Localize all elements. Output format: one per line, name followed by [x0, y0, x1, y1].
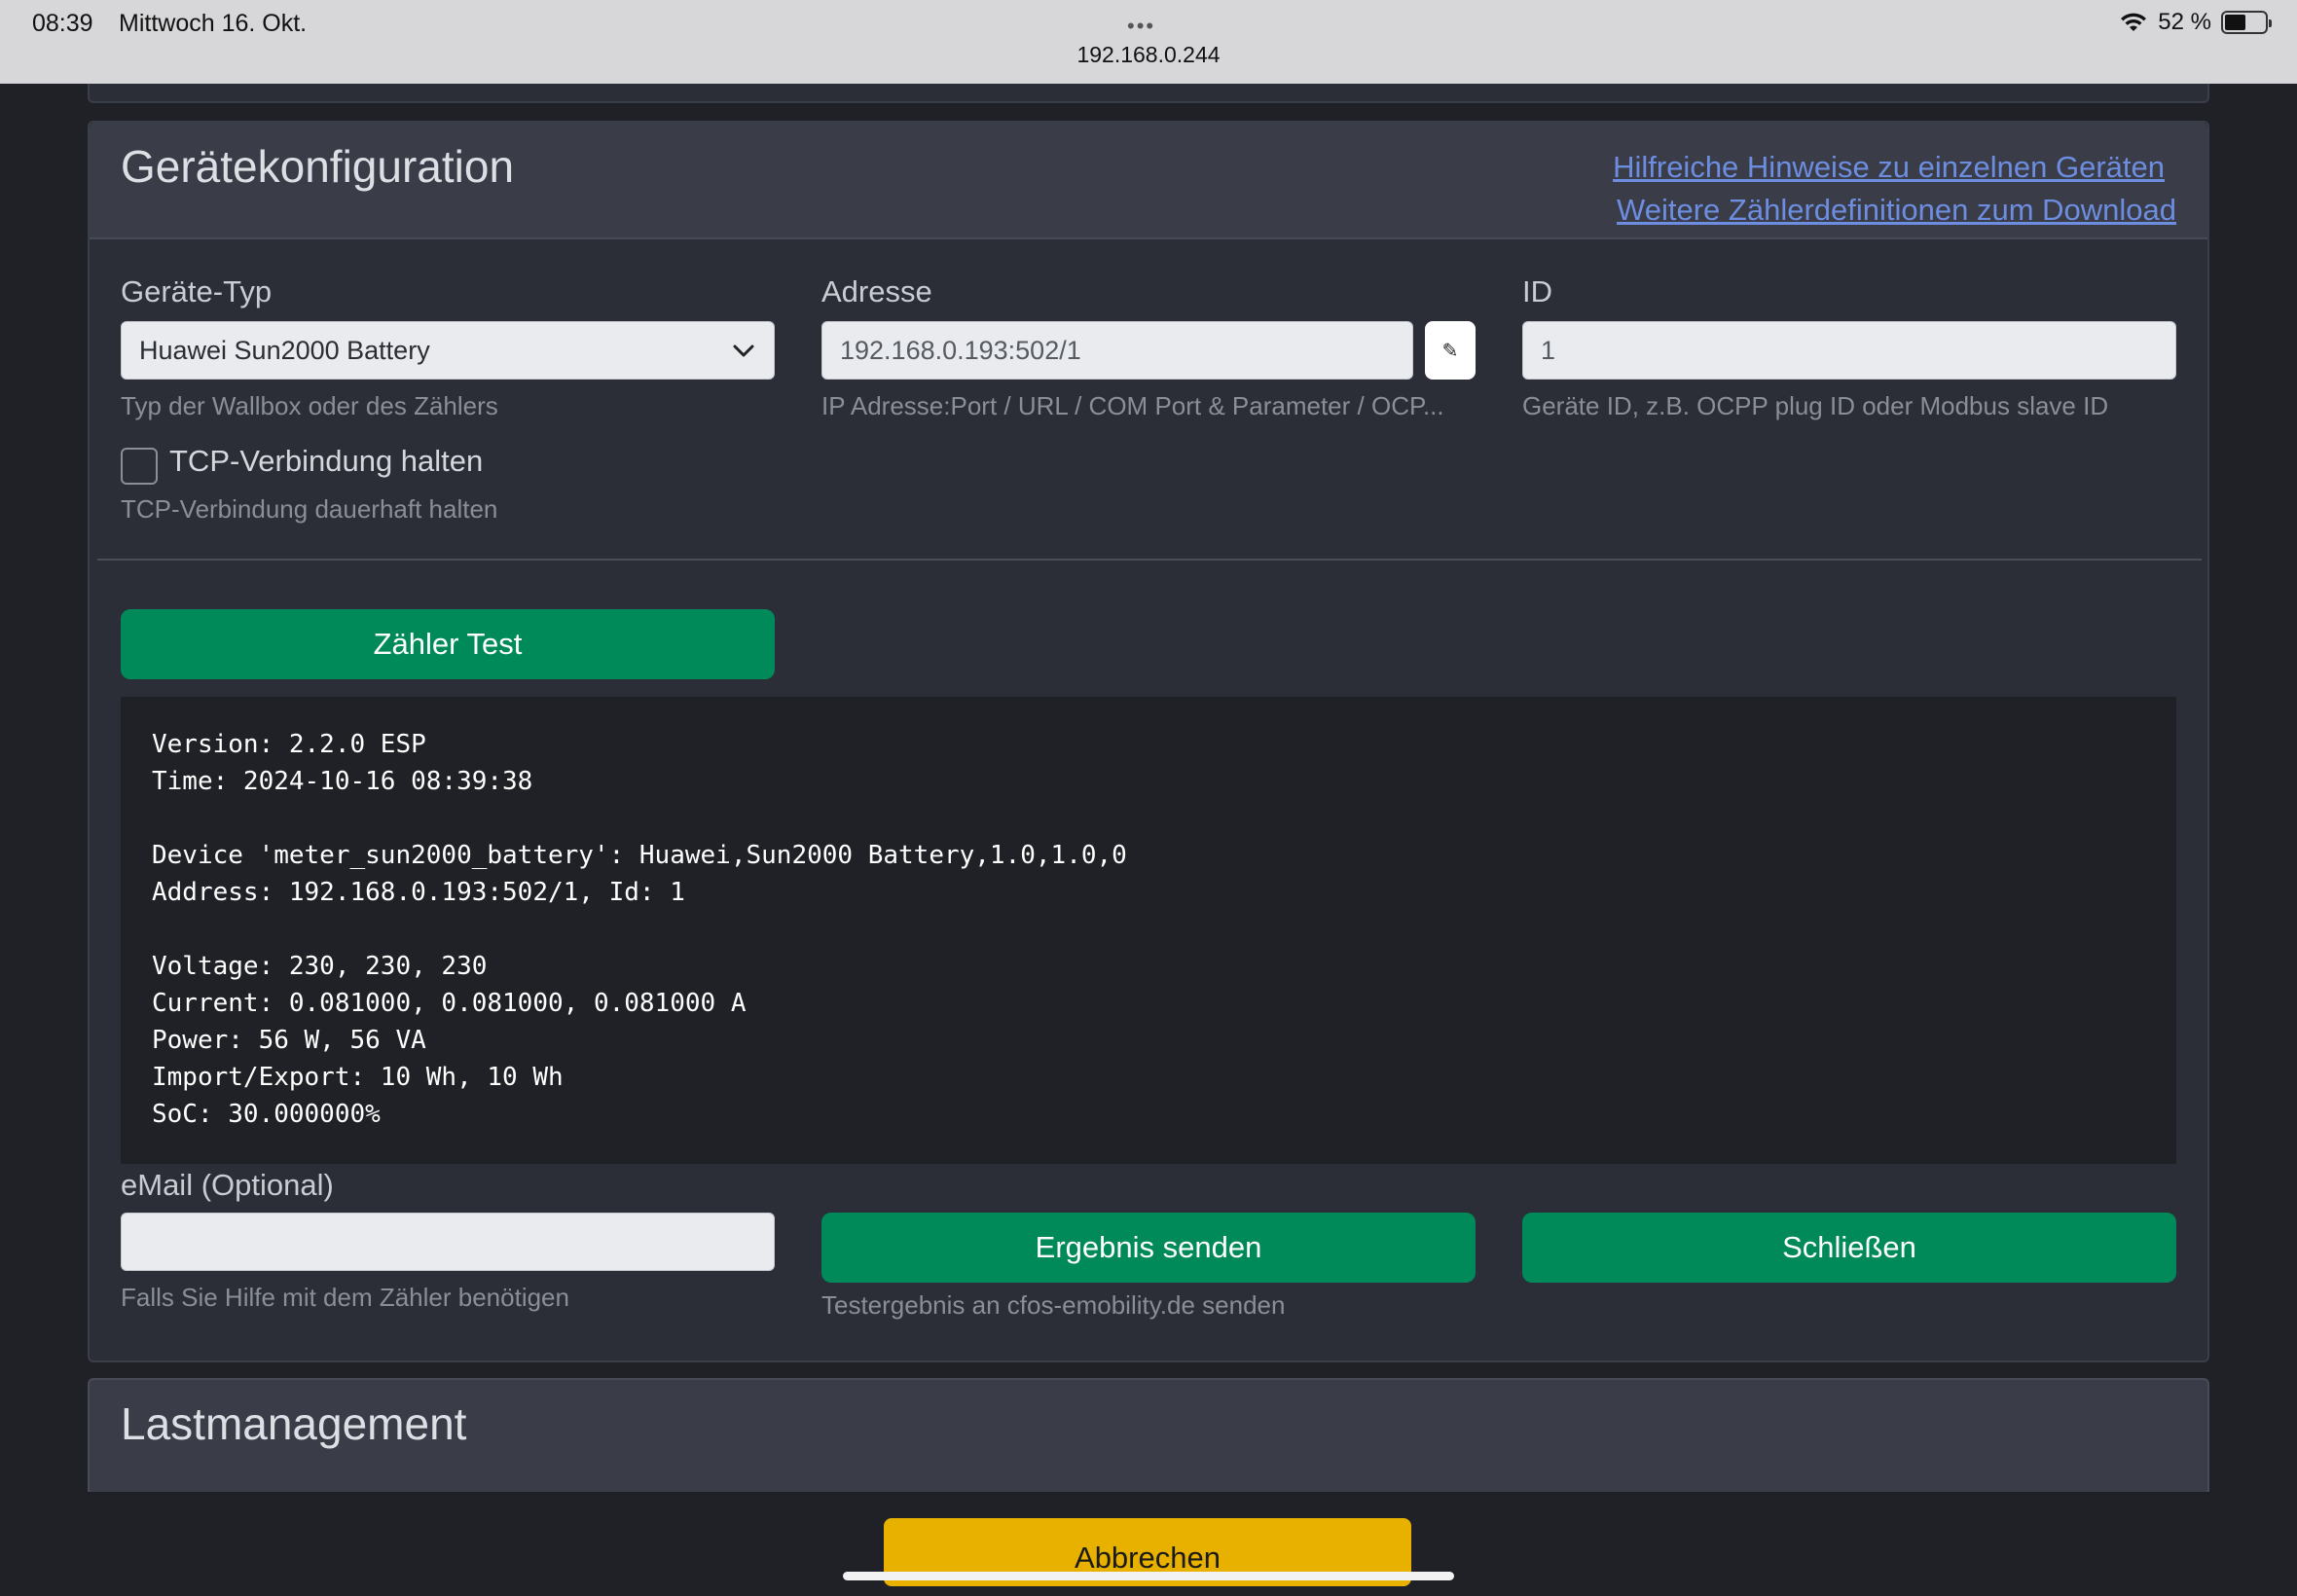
id-hint: Geräte ID, z.B. OCPP plug ID oder Modbus… — [1522, 391, 2109, 420]
wifi-icon — [2121, 13, 2147, 31]
close-button[interactable]: Schließen — [1522, 1213, 2176, 1283]
address-hint: IP Adresse:Port / URL / COM Port & Param… — [821, 391, 1444, 420]
status-bar: 08:39 Mittwoch 16. Okt. ••• 192.168.0.24… — [0, 0, 2297, 84]
id-input[interactable]: 1 — [1522, 321, 2176, 380]
tcp-keep-label: TCP-Verbindung halten — [169, 444, 484, 478]
load-management-card: Lastmanagement — [88, 1378, 2209, 1495]
address-bar-url[interactable]: 192.168.0.244 — [0, 42, 2297, 68]
edit-address-button[interactable]: ✎ — [1425, 321, 1476, 380]
device-type-select[interactable]: Huawei Sun2000 Battery — [121, 321, 775, 380]
email-label: eMail (Optional) — [121, 1168, 334, 1202]
test-output-console: Version: 2.2.0 ESP Time: 2024-10-16 08:3… — [121, 697, 2176, 1164]
battery-icon — [2221, 11, 2272, 34]
card-header: Gerätekonfiguration Hilfreiche Hinweise … — [90, 123, 2207, 239]
device-config-card: Gerätekonfiguration Hilfreiche Hinweise … — [88, 121, 2209, 1362]
tcp-keep-hint: TCP-Verbindung dauerhaft halten — [121, 494, 498, 524]
tcp-keep-checkbox[interactable] — [121, 448, 158, 485]
meter-test-button[interactable]: Zähler Test — [121, 609, 775, 679]
device-type-value: Huawei Sun2000 Battery — [139, 336, 430, 365]
id-label: ID — [1522, 274, 1552, 308]
send-result-hint: Testergebnis an cfos-emobility.de senden — [821, 1290, 1286, 1320]
id-value: 1 — [1541, 336, 1556, 365]
divider — [97, 559, 2202, 561]
address-value: 192.168.0.193:502/1 — [840, 336, 1081, 365]
email-input[interactable] — [121, 1213, 775, 1271]
device-type-hint: Typ der Wallbox oder des Zählers — [121, 391, 498, 420]
battery-fill — [2225, 15, 2245, 30]
home-indicator[interactable] — [843, 1572, 1454, 1580]
battery-percent: 52 % — [2158, 9, 2211, 35]
status-right: 52 % — [2119, 9, 2272, 36]
previous-card-edge — [88, 84, 2209, 103]
email-hint: Falls Sie Hilfe mit dem Zähler benötigen — [121, 1283, 569, 1312]
hints-link[interactable]: Hilfreiche Hinweise zu einzelnen Geräten — [1613, 150, 2165, 185]
address-input[interactable]: 192.168.0.193:502/1 — [821, 321, 1413, 380]
multitasking-dots-icon[interactable]: ••• — [1127, 14, 1155, 39]
load-management-title: Lastmanagement — [121, 1398, 467, 1449]
send-result-button[interactable]: Ergebnis senden — [821, 1213, 1476, 1283]
status-date: Mittwoch 16. Okt. — [119, 10, 308, 37]
download-definitions-link[interactable]: Weitere Zählerdefinitionen zum Download — [1617, 193, 2176, 228]
chevron-down-icon — [733, 345, 754, 357]
page-title: Gerätekonfiguration — [121, 141, 515, 192]
address-label: Adresse — [821, 274, 932, 308]
pencil-icon: ✎ — [1441, 340, 1459, 362]
status-time: 08:39 — [32, 10, 93, 37]
device-type-label: Geräte-Typ — [121, 274, 273, 308]
